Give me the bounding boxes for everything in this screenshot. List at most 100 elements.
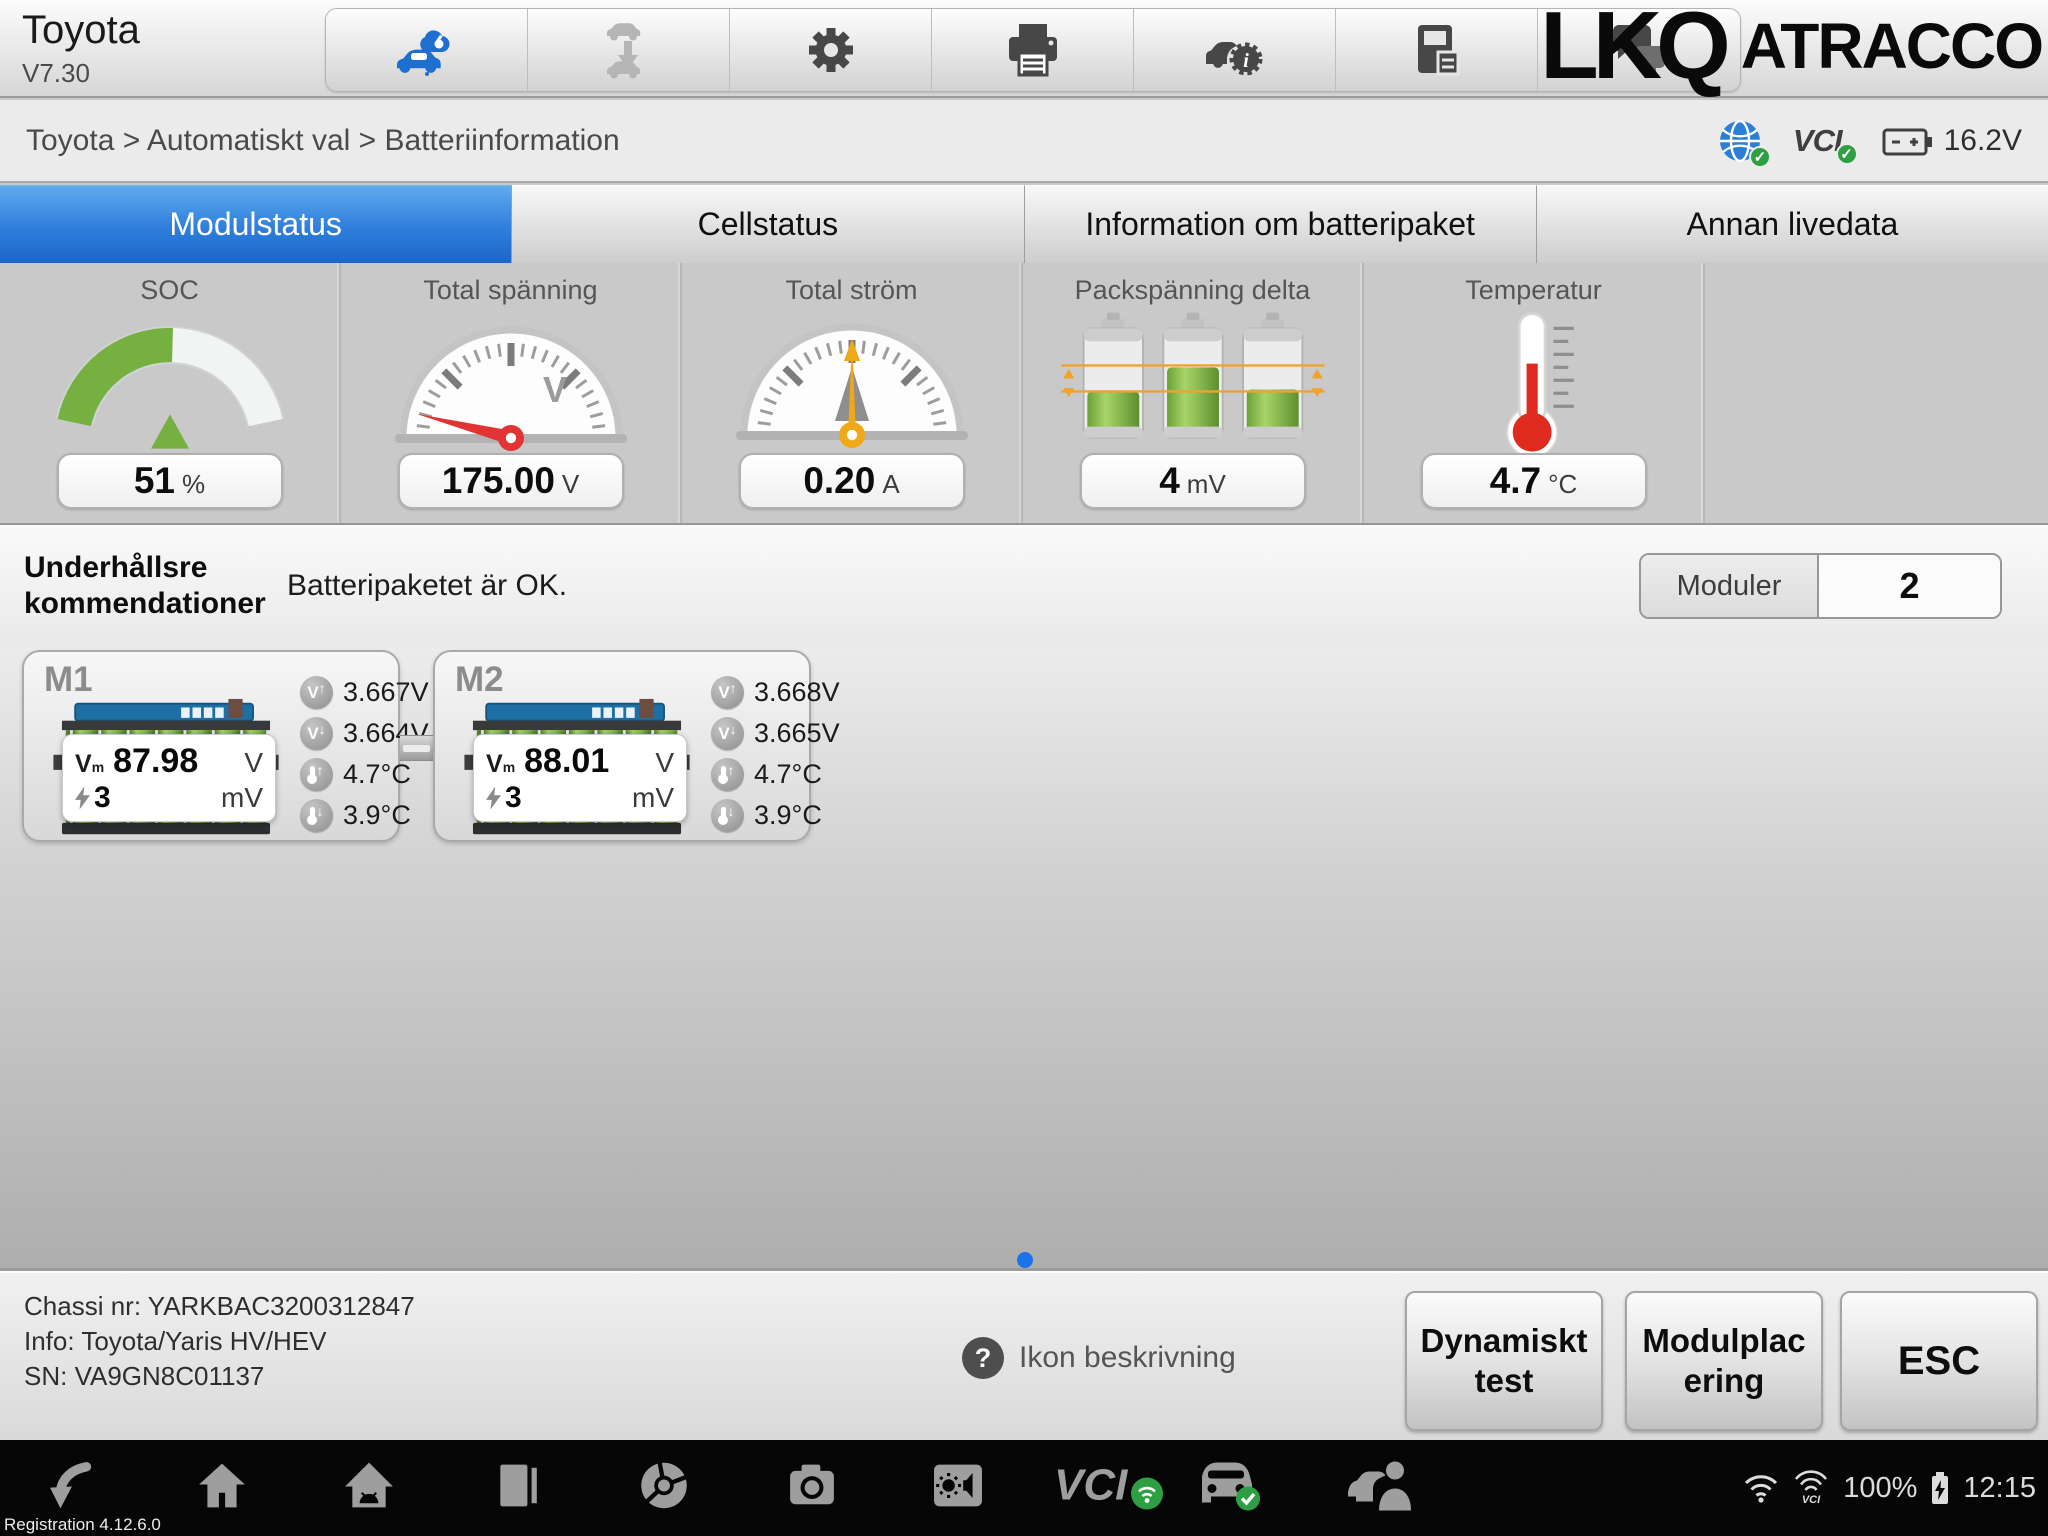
gauge-pack-delta: Packspänning delta [1023,263,1364,523]
android-home-button[interactable] [342,1461,396,1516]
status-cluster: VCI 100% 12:15 [1743,1440,2036,1536]
display-settings-button[interactable] [930,1461,986,1516]
module-value-overlay: Vm 88.01 V 3 mV [473,734,687,822]
voltage-min-icon: V↓ [711,717,744,750]
voltage-dial: V [391,315,631,453]
soc-value: 51 % [57,453,283,509]
app-title: Toyota [22,8,140,53]
app-version: V7.30 [22,58,90,89]
delta-bolt-icon [75,787,90,810]
stat-tmax: ↑ 4.7°C [300,756,429,793]
chrome-button[interactable] [638,1460,690,1517]
temp-min-icon: ↓ [300,799,333,832]
internet-status: ✓ [1717,118,1763,164]
stat-vmax: V↑ 3.667V [300,674,429,711]
recent-apps-icon [492,1461,542,1511]
recent-apps-button[interactable] [492,1461,542,1516]
module-name: M2 [455,660,504,700]
dynamic-test-button[interactable]: Dynamiskt test [1405,1291,1603,1431]
footer-bar: Chassi nr: YARKBAC3200312847 Info: Toyot… [0,1268,2048,1440]
home-button[interactable] [196,1461,248,1516]
esc-button[interactable]: ESC [1840,1291,2038,1431]
print-button[interactable] [932,9,1134,91]
thermometer-icon [1464,308,1604,460]
battery-status-icon [1929,1470,1951,1506]
icon-description-button[interactable]: ? Ikon beskrivning [962,1337,1236,1379]
chassis-number: Chassi nr: YARKBAC3200312847 [24,1289,415,1324]
module-placement-button[interactable]: Modulplacering [1625,1291,1823,1431]
vehicle-connected-icon [1196,1459,1262,1513]
gauge-strip: SOC 51 % Total spänning V [0,263,2048,525]
module-voltage: 88.01 [524,742,609,781]
maintenance-message: Batteripaketet är OK. [287,569,567,603]
breadcrumb: Toyota > Automatiskt val > Batteriinform… [26,124,620,158]
stat-tmin: ↓ 3.9°C [711,797,840,834]
vci-check-badge: ✓ [1836,143,1858,165]
vehicle-info-block: Chassi nr: YARKBAC3200312847 Info: Toyot… [24,1289,415,1394]
vehicle-info-icon: i [1204,22,1266,78]
vci-wifi-icon: VCI [1791,1470,1831,1506]
maintenance-title: Underhållsre kommendationer [24,550,259,622]
data-manager-button[interactable] [1336,9,1538,91]
mechanic-button[interactable] [1346,1459,1416,1518]
settings-button[interactable] [730,9,932,91]
temp-max-icon: ↑ [300,758,333,791]
display-settings-icon [930,1461,986,1511]
modules-counter: Moduler 2 [1639,553,2002,619]
page-indicator-dot [1017,1252,1033,1268]
connection-status: ✓ VCI ✓ 16.2V [1717,118,2022,164]
android-navbar: VCI [0,1440,2048,1536]
vehicle-lift-button[interactable] [528,9,730,91]
temp-max-icon: ↑ [711,758,744,791]
back-icon [48,1461,100,1511]
serial-number: SN: VA9GN8C01137 [24,1359,415,1394]
temperature-value: 4.7 °C [1421,453,1647,509]
module-value-overlay: Vm 87.98 V 3 mV [62,734,276,822]
stat-vmin: V↓ 3.665V [711,715,840,752]
top-toolbar: i [325,8,1741,92]
module-name: M1 [44,660,93,700]
svg-text:VCI: VCI [1054,1461,1128,1510]
tab-cellstatus[interactable]: Cellstatus [512,185,1024,263]
brand-atracco: ATRACCO [1741,0,2042,92]
remote-diagnostics-icon [395,21,459,79]
module-card-m1[interactable]: M1 [22,650,400,842]
modules-area: M1 [0,647,2048,1268]
module-voltage: 87.98 [113,742,198,781]
globe-check-badge: ✓ [1749,146,1771,168]
vci-label: VCI [1793,123,1842,158]
vehicle-lift-icon [599,21,659,79]
soc-arc-gauge [36,308,304,460]
app-header: Toyota V7.30 [0,0,2048,98]
breadcrumb-bar: Toyota > Automatiskt val > Batteriinform… [0,100,2048,183]
wifi-icon [1743,1473,1779,1503]
maintenance-row: Underhållsre kommendationer Batteripaket… [0,525,2048,647]
support-chat-button[interactable] [1538,9,1740,91]
module-card-m2[interactable]: M2 Vm 88.01 V 3 mV [433,650,811,842]
camera-button[interactable] [786,1461,838,1516]
temp-min-icon: ↓ [711,799,744,832]
vci-connection-button[interactable]: VCI [1052,1458,1168,1519]
vehicle-connected-button[interactable] [1196,1459,1262,1518]
support-chat-icon [1609,23,1669,77]
stat-tmax: ↑ 4.7°C [711,756,840,793]
home-icon [196,1461,248,1511]
vci-connection-icon: VCI [1052,1458,1168,1514]
voltage-max-icon: V↑ [711,676,744,709]
module-connector [400,735,433,761]
gauge-soc: SOC 51 % [0,263,341,523]
current-dial [732,312,972,450]
back-button[interactable] [48,1461,100,1516]
question-icon: ? [962,1337,1004,1379]
module-delta: 3 [505,781,522,815]
tab-annan-livedata[interactable]: Annan livedata [1537,185,2048,263]
tab-modulstatus[interactable]: Modulstatus [0,185,512,263]
mechanic-icon [1346,1459,1416,1513]
stat-tmin: ↓ 3.9°C [300,797,429,834]
vehicle-info-button[interactable]: i [1134,9,1336,91]
data-manager-icon [1412,22,1462,78]
remote-diagnostics-button[interactable] [326,9,528,91]
tab-batteripaket-info[interactable]: Information om batteripaket [1025,185,1537,263]
gauge-total-voltage: Total spänning V 175.00 V [341,263,682,523]
voltage-min-icon: V↓ [300,717,333,750]
